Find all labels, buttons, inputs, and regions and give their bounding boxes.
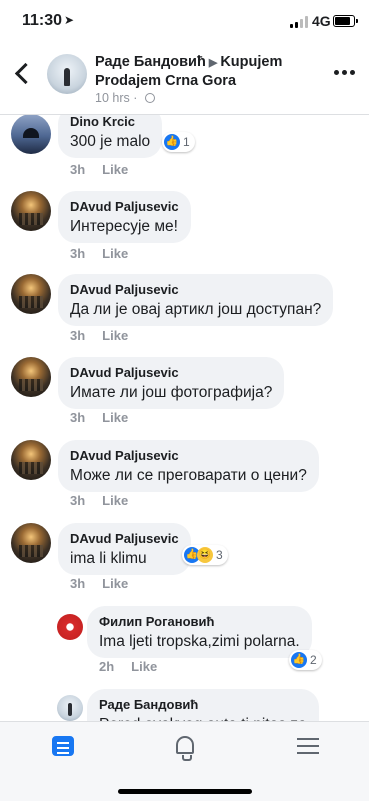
feed-icon: [52, 736, 74, 756]
like-button[interactable]: Like: [102, 162, 128, 177]
menu-icon: [297, 738, 319, 740]
comment-text: 300 je malo: [70, 133, 151, 150]
avatar[interactable]: [11, 114, 51, 154]
comment: DAvud Paljusevic Интересује ме! 3h Like: [0, 191, 369, 271]
bell-icon: [176, 736, 194, 761]
commenter-name[interactable]: Dino Krcic: [70, 114, 150, 130]
comment: Dino Krcic 300 je malo 👍 1 3h Like: [0, 106, 369, 186]
avatar[interactable]: [11, 274, 51, 314]
reaction-summary[interactable]: 👍 😆 3: [182, 545, 228, 565]
comment-bubble[interactable]: DAvud Paljusevic Да ли је овај артикл јо…: [58, 274, 334, 326]
status-time: 11:30: [22, 12, 63, 29]
comment-bubble[interactable]: DAvud Paljusevic ima li klimu: [58, 523, 191, 575]
reaction-summary[interactable]: 👍 1: [162, 132, 195, 152]
comment-time: 3h: [70, 162, 86, 177]
reaction-count: 3: [216, 548, 223, 562]
avatar[interactable]: [57, 614, 83, 640]
like-reaction-icon: 👍: [291, 652, 307, 668]
post-header: Раде Бандовић ▶ Kupujem Prodajem Crna Gora…: [0, 44, 369, 115]
status-bar: 11:30 ➤ 4G: [0, 0, 369, 44]
comment-time: 3h: [70, 576, 86, 591]
like-button[interactable]: Like: [102, 493, 128, 508]
reaction-summary[interactable]: 👍 2: [289, 650, 322, 670]
comment-meta: 3h Like: [70, 328, 128, 343]
haha-reaction-icon: 😆: [197, 547, 213, 563]
signal-icon: [290, 16, 310, 28]
comment-text: Ima ljeti tropska,zimi polarna.: [99, 633, 300, 650]
tab-news-feed[interactable]: [42, 734, 82, 764]
comment-meta: 3h Like: [70, 493, 128, 508]
avatar[interactable]: [11, 357, 51, 397]
comment-bubble[interactable]: DAvud Paljusevic Може ли се преговарати …: [58, 440, 319, 492]
back-button[interactable]: [14, 62, 30, 86]
comment-time: 3h: [70, 410, 86, 425]
comment-text: ima li klimu: [70, 550, 147, 567]
comment-meta: 3h Like: [70, 410, 128, 425]
like-reaction-icon: 👍: [164, 134, 180, 150]
commenter-name[interactable]: DAvud Paljusevic: [70, 199, 179, 215]
post-title[interactable]: Раде Бандовић ▶ Kupujem Prodajem Crna Gora: [95, 53, 325, 90]
like-button[interactable]: Like: [102, 576, 128, 591]
comment-text: Имате ли још фотографија?: [70, 384, 273, 401]
comment-bubble[interactable]: DAvud Paljusevic Имате ли још фотографиј…: [58, 357, 285, 409]
comment-time: 3h: [70, 246, 86, 261]
comment-meta: 3h Like: [70, 162, 128, 177]
author-avatar[interactable]: [47, 54, 87, 94]
network-type: 4G: [312, 13, 331, 29]
avatar[interactable]: [57, 695, 83, 721]
reaction-count: 2: [310, 653, 317, 667]
tab-bar: [0, 721, 369, 801]
like-button[interactable]: Like: [102, 246, 128, 261]
comment-meta: 2h Like: [99, 659, 157, 674]
more-options-button[interactable]: [334, 70, 356, 76]
avatar[interactable]: [11, 523, 51, 563]
comment-bubble[interactable]: DAvud Paljusevic Интересује ме!: [58, 191, 191, 243]
comment-time: 2h: [99, 659, 115, 674]
commenter-name[interactable]: DAvud Paljusevic: [70, 531, 179, 547]
like-button[interactable]: Like: [131, 659, 157, 674]
post-time: 10 hrs ·: [95, 91, 155, 105]
comment-time: 3h: [70, 328, 86, 343]
reply-bubble[interactable]: Филип Рогановић Ima ljeti tropska,zimi p…: [87, 606, 312, 658]
commenter-name[interactable]: DAvud Paljusevic: [70, 448, 307, 464]
commenter-name[interactable]: Раде Бандовић: [99, 697, 307, 713]
globe-icon: [144, 93, 155, 103]
comment: DAvud Paljusevic Може ли се преговарати …: [0, 440, 369, 520]
avatar[interactable]: [11, 440, 51, 480]
tab-menu[interactable]: [288, 734, 328, 764]
comment: DAvud Paljusevic Имате ли још фотографиј…: [0, 357, 369, 437]
battery-icon: [333, 15, 358, 27]
home-indicator[interactable]: [118, 789, 252, 794]
comment-meta: 3h Like: [70, 576, 128, 591]
reaction-count: 1: [183, 135, 190, 149]
like-button[interactable]: Like: [102, 328, 128, 343]
reply: Филип Рогановић Ima ljeti tropska,zimi p…: [0, 606, 369, 686]
commenter-name[interactable]: Филип Рогановић: [99, 614, 300, 630]
comment-meta: 3h Like: [70, 246, 128, 261]
author-name[interactable]: Раде Бандовић: [95, 54, 206, 70]
triangle-right-icon: ▶: [208, 57, 218, 69]
location-icon: ➤: [64, 13, 75, 27]
comment: DAvud Paljusevic ima li klimu 👍 😆 3 3h Li…: [0, 523, 369, 603]
comment-time: 3h: [70, 493, 86, 508]
tab-notifications[interactable]: [165, 734, 205, 764]
commenter-name[interactable]: DAvud Paljusevic: [70, 282, 321, 298]
time-ago: 10 hrs: [95, 91, 130, 105]
like-button[interactable]: Like: [102, 410, 128, 425]
avatar[interactable]: [11, 191, 51, 231]
commenter-name[interactable]: DAvud Paljusevic: [70, 365, 272, 381]
comment-text: Интересује ме!: [70, 218, 178, 235]
comment: DAvud Paljusevic Да ли је овај артикл јо…: [0, 274, 369, 354]
comment-text: Да ли је овај артикл још доступан?: [70, 301, 322, 318]
comment-text: Може ли се преговарати о цени?: [70, 467, 307, 484]
